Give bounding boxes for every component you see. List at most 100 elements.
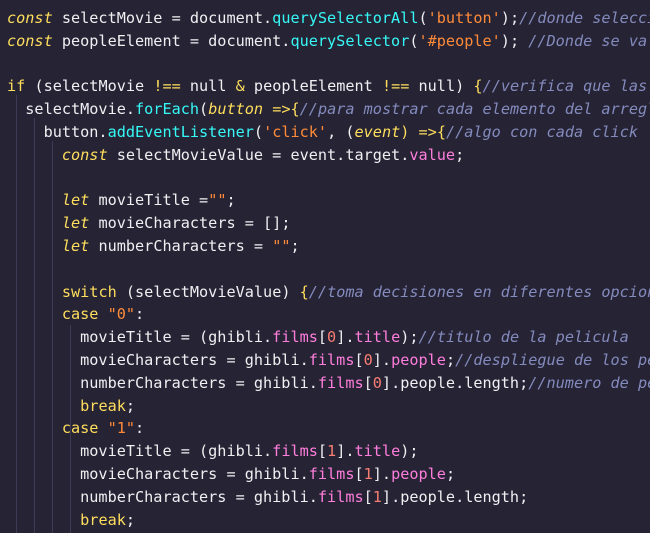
code-token: people: [391, 351, 446, 369]
code-token: 0: [327, 328, 337, 347]
code-token: movieTitle = (ghibli.: [7, 442, 273, 461]
code-token: ;: [226, 191, 236, 210]
code-line[interactable]: break;: [7, 509, 135, 532]
code-token: :: [135, 419, 145, 438]
code-token: //toma decisiones en diferentes opciones: [308, 282, 650, 301]
code-token: films: [272, 442, 318, 461]
code-token: films: [308, 465, 355, 483]
code-token: 1: [372, 487, 382, 506]
code-token: ;: [125, 396, 136, 415]
code-token: peopleElement = document.: [52, 31, 291, 50]
code-token: null: [180, 77, 236, 96]
code-token: numberCharacters = ghibli.: [7, 373, 318, 392]
code-token: switch: [61, 282, 117, 301]
code-token: movieCharacters = ghibli.: [7, 351, 309, 369]
code-token: button.: [7, 123, 108, 141]
code-token: (: [409, 31, 419, 50]
code-token: querySelector: [290, 31, 410, 50]
code-token: ].: [372, 465, 392, 483]
code-line[interactable]: let numberCharacters = "";: [7, 235, 300, 258]
code-line[interactable]: movieCharacters = ghibli.films[0].people…: [7, 349, 650, 372]
code-token: [: [317, 328, 328, 347]
code-token: querySelectorAll: [272, 9, 419, 27]
code-token: case: [61, 419, 99, 438]
code-line[interactable]: switch (selectMovieValue) {//toma decisi…: [7, 281, 650, 304]
code-token: button: [208, 100, 264, 119]
code-line[interactable]: break;: [7, 395, 135, 418]
code-token: //despliegue de los personajes: [455, 351, 650, 369]
code-line[interactable]: button.addEventListener('click', (event)…: [7, 121, 638, 144]
code-token: );: [500, 9, 520, 27]
code-token: event: [354, 123, 401, 141]
code-line[interactable]: case "1":: [7, 417, 144, 440]
code-token: 'button': [427, 9, 501, 27]
code-token: &: [235, 77, 245, 96]
code-token: (selectMovie: [25, 77, 154, 96]
code-token: ;: [445, 465, 456, 483]
code-token: selectMovieValue = event.target.: [107, 145, 410, 164]
code-line[interactable]: numberCharacters = ghibli.films[0].peopl…: [7, 372, 650, 395]
code-token: , (: [327, 123, 355, 141]
code-token: //titulo de la pelicula: [418, 328, 629, 347]
code-token: numberCharacters =: [89, 237, 273, 255]
code-token: 0: [372, 373, 382, 392]
code-token: ].: [336, 328, 355, 347]
code-token: :: [135, 305, 145, 324]
code-line[interactable]: const peopleElement = document.querySele…: [7, 30, 650, 53]
code-token: ;: [125, 510, 136, 529]
code-token: ;: [290, 237, 300, 255]
code-token: const: [7, 9, 53, 27]
code-line[interactable]: const selectMovieValue = event.target.va…: [7, 144, 464, 167]
code-token: //algo con cada click: [445, 123, 638, 141]
code-token: [: [317, 442, 328, 461]
code-token: break: [80, 510, 126, 529]
code-token: people: [391, 465, 446, 483]
code-token: films: [308, 351, 355, 369]
code-token: const: [61, 145, 108, 164]
code-editor[interactable]: const selectMovie = document.querySelect…: [0, 0, 650, 533]
code-line[interactable]: let movieCharacters = [];: [7, 212, 291, 235]
code-line[interactable]: movieCharacters = ghibli.films[1].people…: [7, 463, 455, 486]
code-line[interactable]: selectMovie.forEach(button =>{//para mos…: [7, 98, 650, 121]
code-token: {: [299, 282, 309, 301]
code-token: 1: [327, 442, 337, 461]
code-token: //donde seleccionamos: [519, 9, 650, 27]
code-token: [: [354, 351, 364, 369]
code-token: movieTitle = (ghibli.: [7, 328, 273, 347]
code-line[interactable]: if (selectMovie !== null & peopleElement…: [7, 75, 650, 98]
code-token: {: [290, 100, 300, 119]
code-token: null): [409, 77, 474, 96]
code-token: ].people.length;: [381, 487, 529, 506]
code-token: [: [354, 465, 364, 483]
code-token: let: [61, 191, 90, 210]
code-token: "0": [107, 305, 136, 324]
code-token: [: [363, 487, 373, 506]
code-line[interactable]: numberCharacters = ghibli.films[1].peopl…: [7, 486, 528, 509]
code-token: selectMovie.: [7, 100, 136, 119]
code-token: );: [400, 328, 419, 347]
code-token: movieCharacters = [];: [89, 214, 291, 233]
code-line[interactable]: movieTitle = (ghibli.films[0].title);//t…: [7, 326, 629, 349]
code-line[interactable]: case "0":: [7, 303, 144, 326]
code-token: movieCharacters = ghibli.: [7, 465, 309, 483]
code-token: (: [253, 123, 264, 141]
code-token: ].people.length;: [381, 373, 529, 392]
code-token: ].: [336, 442, 355, 461]
code-token: ].: [372, 351, 392, 369]
code-token: addEventListener: [107, 123, 254, 141]
code-token: !==: [381, 77, 410, 96]
code-token: const: [7, 31, 53, 50]
code-token: let: [61, 237, 90, 255]
code-token: let: [61, 214, 90, 233]
code-line[interactable]: let movieTitle ="";: [7, 189, 236, 212]
code-token: //verifica que las variables: [482, 77, 648, 96]
code-line[interactable]: const selectMovie = document.querySelect…: [7, 7, 650, 30]
code-token: );: [500, 31, 529, 50]
code-line[interactable]: movieTitle = (ghibli.films[1].title);: [7, 440, 418, 463]
